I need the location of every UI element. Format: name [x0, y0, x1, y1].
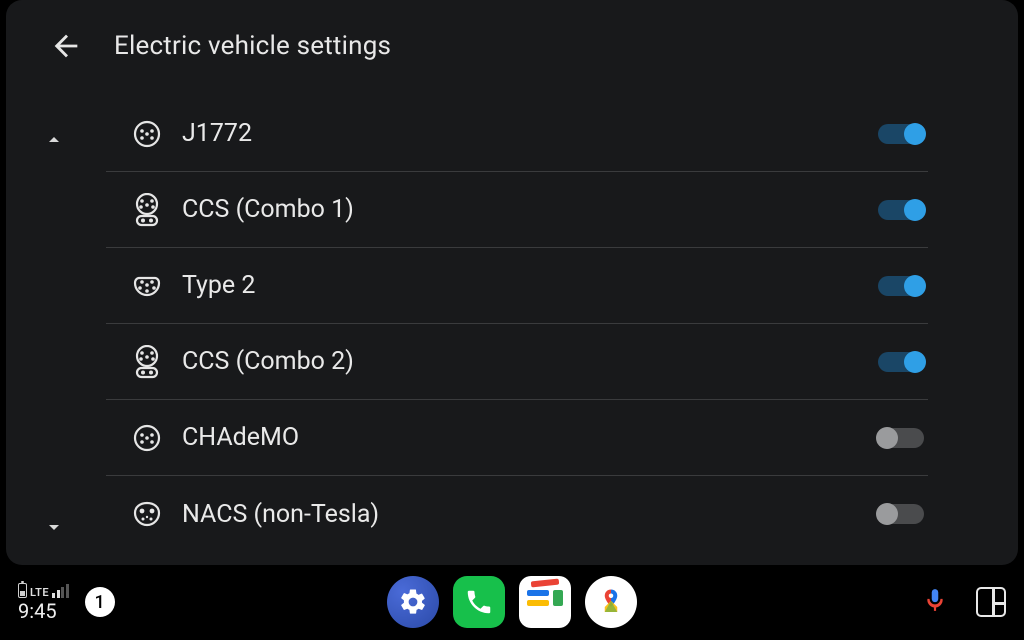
back-button[interactable] [48, 28, 84, 64]
header: Electric vehicle settings [6, 0, 1018, 88]
right-controls [922, 587, 1006, 617]
plug-list: J1772 CCS (Combo 1) Type 2 CCS [106, 96, 928, 565]
screen: Electric vehicle settings J1772 CCS (Com… [0, 0, 1024, 640]
arrow-left-icon [49, 29, 83, 63]
maps-pin-icon [596, 587, 626, 617]
plug-toggle[interactable] [878, 276, 924, 296]
chademo-plug-icon [130, 421, 164, 455]
status-icons: LTE [18, 583, 69, 598]
clock: 9:45 [18, 601, 57, 621]
plug-toggle[interactable] [878, 352, 924, 372]
system-bar: LTE 9:45 1 [0, 568, 1024, 640]
scroll-up-button[interactable] [36, 122, 72, 158]
plug-label: CCS (Combo 2) [182, 347, 878, 376]
plug-toggle[interactable] [878, 124, 924, 144]
type2-plug-icon [130, 269, 164, 303]
gear-icon [398, 587, 428, 617]
signal-icon [52, 584, 69, 598]
news-app[interactable] [519, 576, 571, 628]
scroll-down-button[interactable] [36, 509, 72, 545]
ccs1-plug-icon [130, 193, 164, 227]
plug-toggle[interactable] [878, 428, 924, 448]
plug-row-chademo[interactable]: CHAdeMO [106, 400, 928, 476]
settings-app[interactable] [387, 576, 439, 628]
plug-label: Type 2 [182, 271, 878, 300]
plug-toggle[interactable] [878, 200, 924, 220]
plug-row-ccs1[interactable]: CCS (Combo 1) [106, 172, 928, 248]
plug-row-ccs2[interactable]: CCS (Combo 2) [106, 324, 928, 400]
ccs2-plug-icon [130, 345, 164, 379]
settings-panel: Electric vehicle settings J1772 CCS (Com… [6, 0, 1018, 565]
notification-badge[interactable]: 1 [85, 587, 115, 617]
phone-icon [464, 587, 494, 617]
battery-icon [18, 583, 27, 598]
plug-toggle[interactable] [878, 504, 924, 524]
plug-label: CHAdeMO [182, 423, 878, 452]
phone-app[interactable] [453, 576, 505, 628]
splitscreen-button[interactable] [976, 587, 1006, 617]
plug-label: CCS (Combo 1) [182, 195, 878, 224]
google-news-icon [527, 584, 563, 620]
plug-label: NACS (non-Tesla) [182, 500, 878, 529]
plug-row-type2[interactable]: Type 2 [106, 248, 928, 324]
plug-label: J1772 [182, 119, 878, 148]
plug-row-nacs[interactable]: NACS (non-Tesla) [106, 476, 928, 552]
chevron-up-icon [42, 128, 66, 152]
app-dock [387, 576, 637, 628]
nacs-plug-icon [130, 497, 164, 531]
page-title: Electric vehicle settings [114, 31, 391, 61]
network-label: LTE [30, 587, 49, 598]
status-block: LTE 9:45 [18, 583, 69, 621]
maps-app[interactable] [585, 576, 637, 628]
plug-row-j1772[interactable]: J1772 [106, 96, 928, 172]
mic-icon [922, 587, 948, 613]
voice-button[interactable] [922, 587, 948, 617]
chevron-down-icon [42, 515, 66, 539]
j1772-plug-icon [130, 117, 164, 151]
